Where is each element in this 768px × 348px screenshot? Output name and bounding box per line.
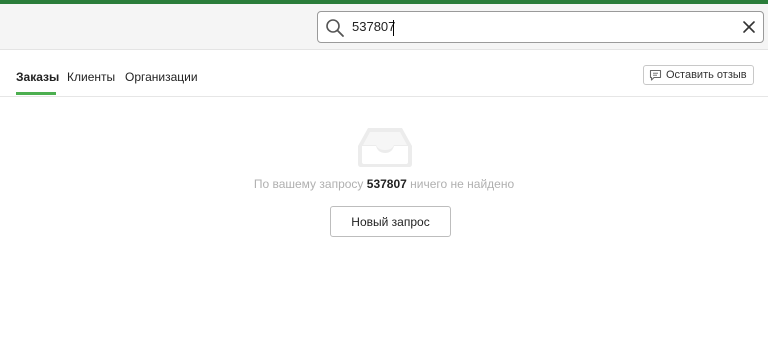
chat-bubble-icon [649,69,662,81]
empty-state-message: По вашему запросу 537807 ничего не найде… [0,177,768,191]
text-caret [393,20,394,36]
tabs-bar: Заказы Клиенты Организации Оставить отзы… [0,50,768,97]
search-box[interactable] [317,11,764,43]
empty-inbox-icon [358,128,412,167]
active-tab-indicator [16,92,56,95]
feedback-button-label: Оставить отзыв [666,69,747,81]
tab-organizations[interactable]: Организации [125,70,198,84]
feedback-button[interactable]: Оставить отзыв [643,65,754,85]
search-icon [326,19,344,37]
close-icon[interactable] [741,19,757,35]
empty-message-prefix: По вашему запросу [253,177,364,191]
new-search-button[interactable]: Новый запрос [330,206,451,237]
tab-clients[interactable]: Клиенты [67,70,115,84]
search-header [0,4,768,50]
search-input[interactable] [352,16,732,38]
empty-message-query: 537807 [366,177,407,191]
tab-orders[interactable]: Заказы [16,70,59,84]
empty-message-suffix: ничего не найдено [410,177,515,191]
